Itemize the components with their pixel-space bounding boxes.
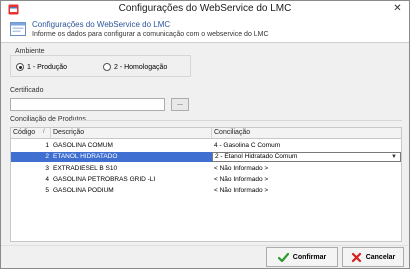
header-subtitle: Informe os dados para configurar a comun… (32, 31, 269, 38)
radio-checked-icon (16, 63, 24, 71)
cell-descricao: EXTRADIESEL B S10 (53, 165, 118, 172)
dialog-window: Configurações do WebService do LMC ✕ Con… (0, 0, 410, 269)
chevron-down-icon[interactable]: ▼ (391, 153, 397, 161)
certificado-input[interactable] (10, 98, 165, 111)
cell-conciliacao[interactable]: < Não Informado > (212, 175, 401, 185)
cell-conciliacao[interactable]: < Não Informado > (212, 164, 401, 174)
cell-codigo: 4 (45, 176, 49, 183)
cell-codigo: 2 (11, 152, 51, 162)
radio-unchecked-icon (103, 63, 111, 71)
window-form-icon (10, 22, 26, 36)
cancel-button[interactable]: Cancelar (342, 247, 404, 267)
table-row-selected[interactable]: 2 ETANOL HIDRATADO 2 - Etanol Hidratado … (11, 152, 401, 162)
cell-codigo: 5 (45, 187, 49, 194)
cell-conciliacao[interactable]: < Não Informado > (212, 186, 401, 196)
column-header-codigo[interactable]: Código (11, 128, 51, 138)
ambiente-label: Ambiente (15, 48, 45, 55)
footer-divider (1, 245, 409, 246)
table-row[interactable]: 3 EXTRADIESEL B S10 < Não Informado > (11, 164, 401, 174)
section-divider (71, 120, 402, 121)
cancel-label: Cancelar (365, 253, 396, 261)
cell-codigo: 1 (45, 142, 49, 149)
cell-descricao: GASOLINA PODIUM (53, 187, 114, 194)
confirm-label: Confirmar (292, 253, 327, 261)
cell-descricao: ETANOL HIDRATADO (51, 152, 212, 162)
radio-producao-label: 1 - Produção (27, 63, 68, 71)
checkmark-icon (277, 252, 289, 262)
certificado-label: Certificado (10, 87, 44, 94)
window-title: Configurações do WebService do LMC (118, 3, 292, 14)
confirm-button[interactable]: Confirmar (266, 247, 338, 267)
cell-conciliacao[interactable]: 4 - Gasolina C Comum (212, 141, 401, 151)
dropdown-value: 2 - Etanol Hidratado Comum (215, 153, 298, 160)
cell-descricao: GASOLINA COMUM (53, 142, 113, 149)
column-header-conciliacao[interactable]: Conciliação (212, 128, 401, 138)
table-row[interactable]: 5 GASOLINA PODIUM < Não Informado > (11, 186, 401, 196)
radio-homologacao[interactable]: 2 - Homologação (103, 62, 167, 72)
close-icon: ✕ (393, 3, 402, 14)
table-row[interactable]: 1 GASOLINA COMUM 4 - Gasolina C Comum (11, 141, 401, 151)
title-bar: Configurações do WebService do LMC ✕ (1, 1, 409, 17)
header-title: Configurações do WebService do LMC (32, 20, 171, 29)
cell-descricao: GASOLINA PETROBRAS GRID -LI (53, 176, 156, 183)
column-header-descricao[interactable]: Descrição (51, 128, 212, 138)
close-button[interactable]: ✕ (391, 2, 404, 15)
grid-header: Código / Descrição Conciliação (11, 128, 401, 139)
ambiente-group: 1 - Produção 2 - Homologação (10, 55, 191, 77)
sort-indicator: / (43, 129, 45, 135)
conciliacao-dropdown[interactable]: 2 - Etanol Hidratado Comum ▼ (212, 152, 401, 162)
certificado-browse-button[interactable]: ... (171, 98, 189, 111)
table-row[interactable]: 4 GASOLINA PETROBRAS GRID -LI < Não Info… (11, 175, 401, 185)
conciliacao-grid[interactable]: Código / Descrição Conciliação 1 GASOLIN… (10, 127, 402, 242)
cancel-x-icon (351, 252, 361, 262)
cell-codigo: 3 (45, 165, 49, 172)
radio-producao[interactable]: 1 - Produção (16, 62, 67, 72)
radio-homologacao-label: 2 - Homologação (114, 63, 168, 71)
header-panel: Configurações do WebService do LMC Infor… (1, 17, 409, 43)
